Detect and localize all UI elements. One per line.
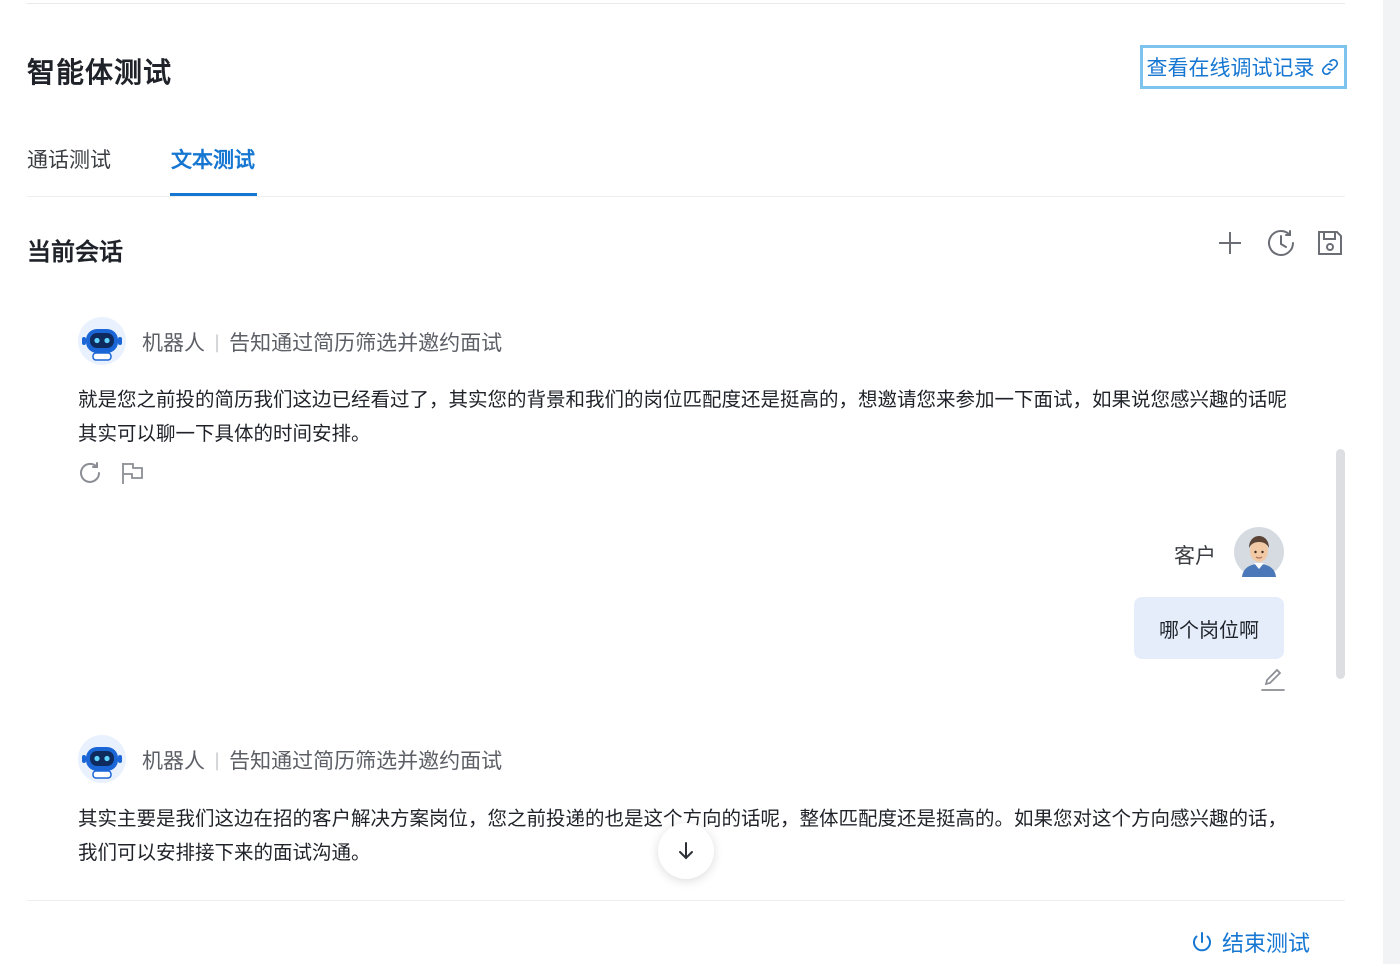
bot-sender-name: 机器人 [142,749,205,773]
save-session-button[interactable] [1315,228,1345,258]
person-avatar-icon [1234,527,1284,577]
end-test-label: 结束测试 [1222,932,1311,957]
history-icon [1268,230,1294,256]
view-debug-log-label: 查看在线调试记录 [1146,56,1315,80]
new-session-button[interactable] [1215,228,1245,258]
plus-icon [1219,232,1241,254]
customer-message-bubble: 哪个岗位啊 [1134,597,1284,659]
regenerate-button[interactable] [77,460,103,486]
robot-icon [78,735,126,783]
bot-sender-line: 机器人 | 告知通过简历筛选并邀约面试 [142,745,502,775]
sender-separator: | [214,749,221,771]
window-edge-strip [1383,0,1400,964]
end-test-button[interactable]: 结束测试 [1190,926,1310,958]
customer-avatar [1234,527,1284,577]
sender-separator: | [214,331,221,353]
bot-node-name: 告知通过简历筛选并邀约面试 [229,331,503,355]
power-icon [1193,932,1211,952]
bot-sender-name: 机器人 [142,331,205,355]
customer-sender-name: 客户 [1174,544,1216,568]
edit-message-button[interactable] [1260,666,1286,692]
edit-icon [1261,668,1285,691]
bot-avatar [77,734,127,784]
chat-scrollbar[interactable] [1336,449,1345,679]
current-session-title: 当前会话 [27,238,123,266]
page-title: 智能体测试 [27,56,173,89]
arrow-down-icon [679,842,693,860]
bot-message-text: 就是您之前投的简历我们这边已经看过了，其实您的背景和我们的岗位匹配度还是挺高的，… [78,388,1288,445]
scroll-to-bottom-button[interactable] [658,823,714,879]
refresh-icon [80,462,100,483]
save-icon [1318,231,1342,255]
tab-call-test[interactable]: 通话测试 [27,144,111,174]
bot-node-name: 告知通过简历筛选并邀约面试 [229,749,503,773]
footer-divider [27,900,1345,901]
robot-icon [78,317,126,365]
bot-sender-line: 机器人 | 告知通过简历筛选并邀约面试 [142,327,502,357]
session-history-button[interactable] [1266,228,1296,258]
tabs-divider [27,196,1345,197]
link-icon [1321,58,1338,76]
report-button[interactable] [120,460,146,486]
view-debug-log-button[interactable]: 查看在线调试记录 [1140,45,1347,89]
top-divider [27,3,1345,4]
customer-message-text: 哪个岗位啊 [1159,617,1259,642]
bot-avatar [77,316,127,366]
flag-icon [122,463,143,484]
tab-text-test[interactable]: 文本测试 [171,144,255,174]
